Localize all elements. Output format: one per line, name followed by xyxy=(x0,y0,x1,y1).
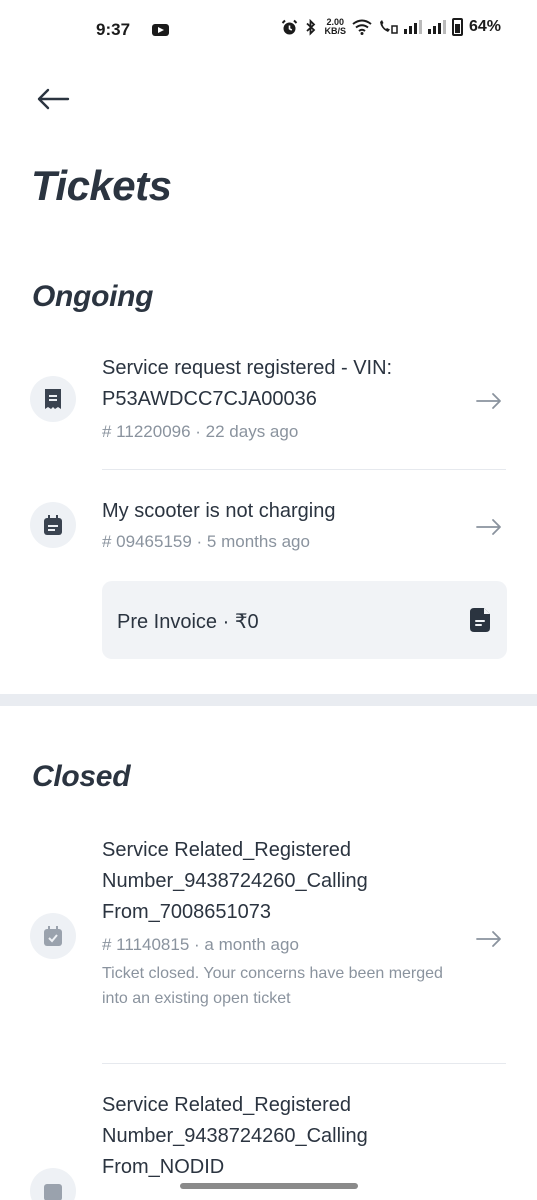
ticket-title: My scooter is not charging xyxy=(102,500,336,522)
ticket-meta: # 11140815 · a month ago xyxy=(102,935,299,954)
pre-invoice-label: Pre Invoice · ₹0 xyxy=(117,611,259,633)
page-title: Tickets xyxy=(31,162,172,209)
status-bar: 9:37 2.00 KB/S 64% xyxy=(0,0,537,60)
pre-invoice-card[interactable]: Pre Invoice · ₹0 xyxy=(102,581,507,659)
closed-heading: Closed xyxy=(32,760,131,793)
calendar-check-icon xyxy=(30,913,76,959)
bluetooth-icon xyxy=(306,18,316,36)
youtube-notification-icon xyxy=(152,24,169,36)
ticket-title: Service Related_Registered Number_943872… xyxy=(102,1094,368,1178)
calendar-check-icon xyxy=(30,1168,76,1200)
signal-strength-sim2-icon xyxy=(427,20,446,34)
ongoing-heading: Ongoing xyxy=(32,280,154,313)
document-icon xyxy=(470,608,490,632)
ticket-item-ongoing-2[interactable]: My scooter is not charging # 09465159 · … xyxy=(30,496,508,566)
receipt-icon xyxy=(30,376,76,422)
ticket-closed-note: Ticket closed. Your concerns have been m… xyxy=(102,965,443,1007)
back-button[interactable] xyxy=(36,84,76,114)
signal-strength-sim1-icon xyxy=(403,20,422,34)
home-indicator[interactable] xyxy=(180,1183,358,1189)
alarm-icon xyxy=(282,19,298,34)
battery-level: 64% xyxy=(468,18,501,35)
divider xyxy=(102,469,506,470)
section-separator xyxy=(0,694,537,706)
arrow-right-icon xyxy=(476,517,502,537)
wifi-icon xyxy=(352,19,372,35)
ticket-item-closed-1[interactable]: Service Related_Registered Number_943872… xyxy=(30,835,508,1045)
ticket-meta: # 09465159 · 5 months ago xyxy=(102,532,310,551)
calendar-icon xyxy=(30,502,76,548)
wifi-calling-icon xyxy=(379,20,398,34)
network-speed: 2.00 KB/S xyxy=(324,18,346,36)
ticket-title: Service Related_Registered Number_943872… xyxy=(102,839,368,923)
battery-icon xyxy=(451,18,463,36)
ticket-meta: # 11220096 · 22 days ago xyxy=(102,422,299,441)
status-time: 9:37 xyxy=(96,20,131,39)
network-speed-unit: KB/S xyxy=(324,26,346,36)
arrow-left-icon xyxy=(37,88,70,110)
arrow-right-icon xyxy=(476,391,502,411)
ticket-title: Service request registered - VIN: P53AWD… xyxy=(102,357,393,410)
ticket-item-ongoing-1[interactable]: Service request registered - VIN: P53AWD… xyxy=(30,353,508,463)
divider xyxy=(102,1063,506,1064)
status-icons: 2.00 KB/S 64% xyxy=(281,18,501,36)
arrow-right-icon xyxy=(476,929,502,949)
